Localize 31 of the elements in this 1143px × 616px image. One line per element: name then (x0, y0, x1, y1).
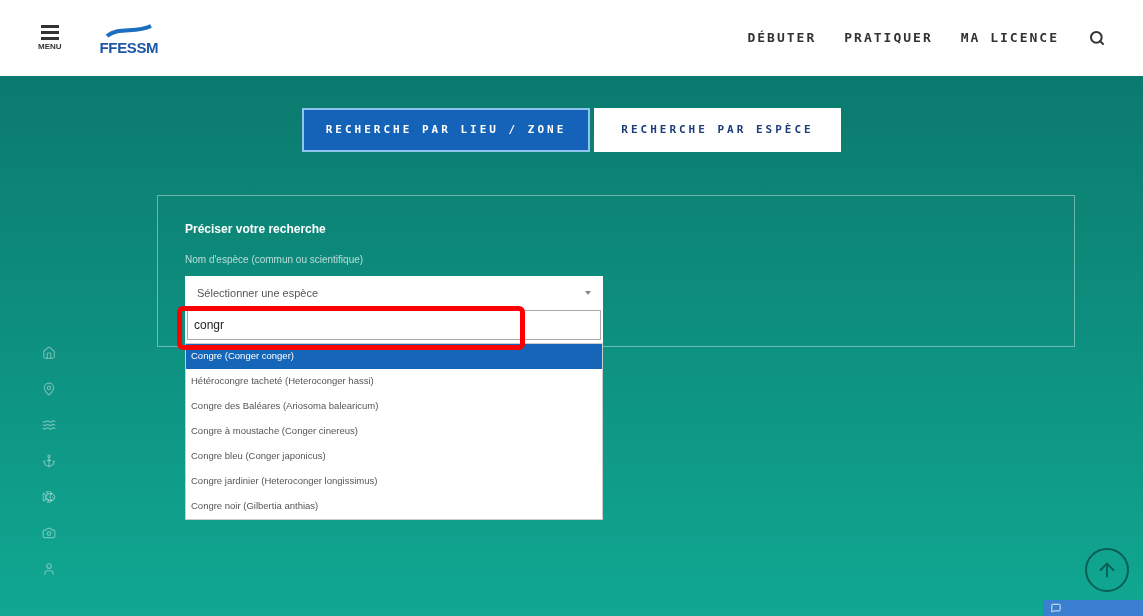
panel-title: Préciser votre recherche (185, 221, 327, 238)
species-option[interactable]: Congre à moustache (Conger cinereus) (186, 419, 602, 444)
species-option[interactable]: Congre bleu (Conger japonicus) (186, 444, 602, 469)
anchor-icon[interactable] (42, 454, 56, 468)
nav-link[interactable]: MA LICENCE (960, 28, 1059, 48)
search-input[interactable]: congr (187, 310, 601, 340)
menu-button[interactable]: MENU (38, 25, 62, 51)
camera-icon[interactable] (42, 526, 56, 540)
fish-icon[interactable] (42, 490, 56, 504)
search-tab[interactable]: RECHERCHE PAR LIEU / ZONE (302, 108, 590, 152)
scroll-top-button[interactable] (1085, 548, 1129, 592)
species-option[interactable]: Congre jardinier (Heteroconger longissimus) (186, 469, 602, 494)
user-icon[interactable] (42, 562, 56, 576)
nav-link[interactable]: PRATIQUER (844, 28, 933, 48)
waves-icon[interactable] (42, 418, 56, 432)
species-option[interactable]: Congre noir (Gilbertia anthias) (186, 494, 602, 519)
species-option[interactable]: Congre des Baléares (Ariosoma balearicum) (186, 394, 602, 419)
field-label: Nom d'espèce (commun ou scientifique) (185, 253, 365, 267)
wave-logo-icon (104, 21, 153, 40)
search-tab[interactable]: RECHERCHE PAR ESPÈCE (594, 108, 841, 152)
home-icon[interactable] (42, 346, 56, 360)
caret-icon (585, 291, 591, 295)
species-select[interactable]: Sélectionner une espèce (185, 276, 603, 310)
pin-icon[interactable] (42, 382, 56, 396)
search-icon[interactable] (1089, 30, 1105, 46)
logo-text: FFESSM (99, 39, 159, 55)
species-option[interactable]: Hétérocongre tacheté (Heteroconger hassi) (186, 369, 602, 394)
feedback-tab[interactable] (1043, 600, 1143, 616)
nav-link[interactable]: DÉBUTER (747, 28, 817, 48)
menu-icon (40, 25, 59, 40)
chat-icon (1051, 603, 1061, 613)
